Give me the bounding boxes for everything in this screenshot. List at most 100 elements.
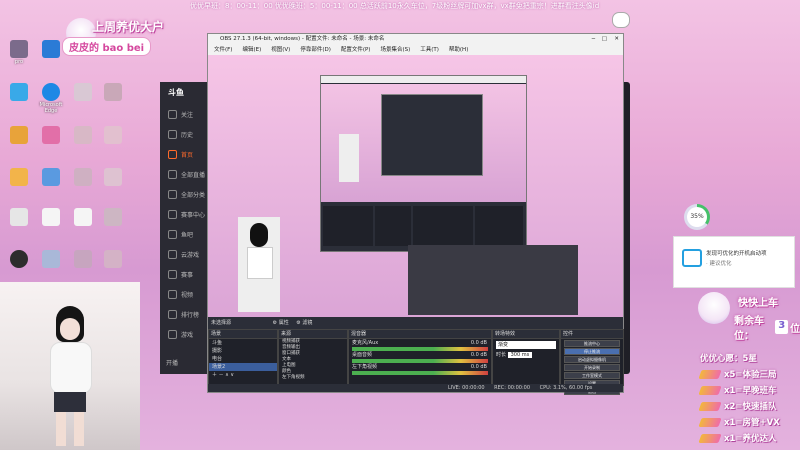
obs-preview-canvas[interactable]	[208, 55, 623, 317]
source-item[interactable]: 左下角视频	[279, 375, 347, 381]
desktop-icon[interactable]	[38, 208, 64, 227]
app-icon	[104, 208, 122, 226]
desktop-icon[interactable]	[100, 126, 126, 145]
desktop-icon[interactable]	[6, 250, 32, 269]
desktop-icon[interactable]	[70, 208, 96, 227]
trophy-icon	[168, 209, 177, 219]
desktop-icon[interactable]	[38, 40, 64, 59]
obs-icon	[10, 250, 28, 268]
scene-item[interactable]: 斗鱼	[209, 339, 277, 347]
streamer-figure	[48, 306, 92, 446]
sidebar-item[interactable]: 鱼吧	[160, 224, 208, 244]
desktop-icon[interactable]	[70, 126, 96, 145]
scenes-dock: 场景 斗鱼 摄影 电台 场景2 ＋ － ∧ ∨	[208, 329, 278, 386]
cpu-fps: CPU: 3.1%, 60.00 fps	[539, 385, 593, 391]
follow-icon	[168, 109, 177, 119]
menu-docks[interactable]: 停靠部件(D)	[300, 45, 331, 55]
duration-input[interactable]: 300 ms	[507, 352, 533, 358]
edge-icon	[42, 83, 60, 101]
cat-mascot-icon	[612, 12, 630, 28]
transitions-dock: 转场特效 渐变 时长 300 ms	[492, 329, 560, 386]
sources-dock: 来源 视频捕获 音频输出 窗口捕获 文本 上电图 颜色 左下角视频	[278, 329, 348, 386]
duration-row: 时长 300 ms	[493, 351, 559, 359]
sidebar-item[interactable]: 全部直播	[160, 164, 208, 184]
sidebar-item[interactable]: 关注	[160, 104, 208, 124]
start-recording-button[interactable]: 开始录制	[564, 364, 620, 371]
sidebar-item[interactable]: 赛事中心	[160, 204, 208, 224]
studio-mode-button[interactable]: 工作室模式	[564, 372, 620, 379]
close-button[interactable]: ✕	[614, 34, 619, 45]
minimize-button[interactable]: ─	[592, 34, 595, 45]
history-icon	[168, 129, 177, 139]
desktop-icon[interactable]	[6, 83, 32, 102]
desktop-icon[interactable]: pro	[6, 40, 32, 65]
stop-streaming-button[interactable]: 停止推流	[564, 348, 620, 355]
desktop-icon[interactable]	[38, 126, 64, 145]
properties-button[interactable]: ⚙ 属性	[273, 320, 289, 326]
sidebar-item[interactable]: 排行榜	[160, 304, 208, 324]
scene-item[interactable]: 场景2	[209, 363, 277, 371]
controls-dock: 控件 推流中心 停止推流 启动虚拟摄像机 开始录制 工作室模式 设置 退出	[560, 329, 624, 395]
sidebar-item[interactable]: 赛事	[160, 264, 208, 284]
supporter-name-badge: 皮皮的 bao bei	[62, 37, 152, 56]
app-icon	[104, 250, 122, 268]
dock-title: 混音器	[349, 330, 491, 339]
popup-title: 发现可优化的开机启动项	[706, 251, 767, 257]
menu-profile[interactable]: 配置文件(P)	[341, 45, 371, 55]
desktop-icon[interactable]	[70, 250, 96, 269]
app-icon	[74, 250, 92, 268]
app-icon	[42, 250, 60, 268]
desktop-icon[interactable]	[38, 250, 64, 269]
menu-edit[interactable]: 编辑(E)	[242, 45, 261, 55]
seats-count: 3	[775, 320, 788, 334]
desktop-icon[interactable]	[100, 250, 126, 269]
top-supporter-title: 上周养优大户	[92, 20, 165, 34]
desktop-icon[interactable]	[6, 168, 32, 187]
sidebar-item[interactable]: 全部分类	[160, 184, 208, 204]
app-icon	[42, 168, 60, 186]
sidebar-item[interactable]: 云游戏	[160, 244, 208, 264]
menu-tools[interactable]: 工具(T)	[420, 45, 439, 55]
desktop-icon[interactable]	[70, 168, 96, 187]
top-marquee: 优优早班：8：00-11：00 优优晚班：5：00-11：00 总活跃前10永久…	[190, 2, 600, 10]
mixer-channel: 桌面音频 0.0 dB	[352, 352, 487, 358]
desktop-icon[interactable]	[100, 168, 126, 187]
sidebar-item[interactable]: 视频	[160, 284, 208, 304]
desktop-icon[interactable]	[70, 83, 96, 102]
app-icon	[42, 126, 60, 144]
maximize-button[interactable]: □	[602, 34, 607, 45]
desktop-icon[interactable]	[38, 168, 64, 187]
filters-button[interactable]: ⚙ 滤镜	[296, 320, 312, 326]
app-icon	[10, 83, 28, 101]
desktop-icon[interactable]: Microsoft Edge	[38, 83, 64, 114]
app-icon	[42, 40, 60, 58]
sidebar-item[interactable]: 游戏	[160, 324, 208, 344]
board-car-title: 快快上车	[738, 298, 778, 309]
desktop-icon[interactable]	[100, 83, 126, 102]
app-icon	[42, 208, 60, 226]
monitor-icon	[682, 249, 702, 267]
optimize-popup[interactable]: 发现可优化的开机启动项 · 建议优化	[673, 236, 795, 288]
desktop-icon[interactable]	[100, 208, 126, 227]
virtual-camera-button[interactable]: 启动虚拟摄像机	[564, 356, 620, 363]
desktop-icon[interactable]	[6, 126, 32, 145]
dock-footer: ＋ － ∧ ∨	[212, 372, 235, 378]
menu-scene-collection[interactable]: 场景集合(S)	[380, 45, 410, 55]
source-toolbar: 未选择源 ⚙ 属性 ⚙ 滤镜	[208, 317, 623, 329]
sidebar-item[interactable]: 历史	[160, 124, 208, 144]
menu-file[interactable]: 文件(F)	[214, 45, 232, 55]
desktop-icon[interactable]	[6, 208, 32, 227]
scene-item[interactable]: 电台	[209, 355, 277, 363]
transition-select[interactable]: 渐变	[496, 341, 556, 349]
preview-dark-panel	[408, 245, 578, 315]
menu-view[interactable]: 视图(V)	[271, 45, 290, 55]
car-icon	[698, 401, 722, 411]
sidebar-item[interactable]: 首页	[160, 144, 208, 164]
scene-item[interactable]: 摄影	[209, 347, 277, 355]
stream-center-button[interactable]: 推流中心	[564, 340, 620, 347]
car-icon	[698, 385, 722, 395]
go-live-button[interactable]: 开播	[166, 358, 178, 367]
game-icon	[168, 329, 177, 339]
car-icon	[698, 433, 722, 443]
menu-help[interactable]: 帮助(H)	[449, 45, 468, 55]
